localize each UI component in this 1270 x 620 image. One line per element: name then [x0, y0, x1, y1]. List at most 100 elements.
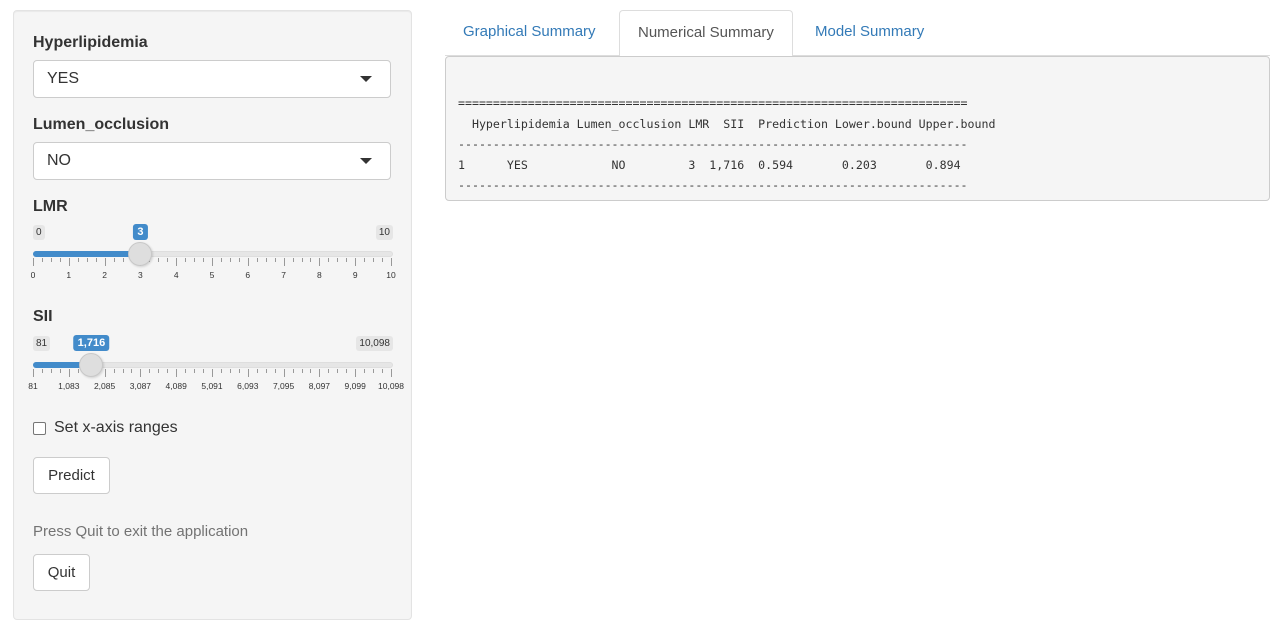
slider-tick: [355, 369, 357, 377]
slider-tick: [319, 369, 321, 377]
slider-minor-tick: [41, 258, 43, 262]
slider-tick: [391, 369, 392, 377]
slider-minor-tick: [203, 369, 205, 373]
slider-minor-tick: [41, 369, 43, 373]
slider-minor-tick: [185, 258, 187, 262]
sidebar-panel: Hyperlipidemia YES Lumen_occlusion NO LM…: [13, 10, 412, 620]
slider-minor-tick: [310, 369, 312, 373]
slider-minor-tick: [167, 258, 169, 262]
caret-down-icon: [360, 76, 372, 82]
slider-tick: [355, 258, 357, 266]
quit-button[interactable]: Quit: [33, 554, 90, 591]
slider-tick-label: 2: [102, 270, 107, 280]
slider-minor-tick: [346, 258, 348, 262]
slider-minor-tick: [364, 258, 366, 262]
slider-minor-tick: [229, 369, 231, 373]
slider-max-label: 10: [375, 225, 393, 240]
slider-minor-tick: [229, 258, 231, 262]
slider-minor-tick: [95, 258, 97, 262]
sii-slider[interactable]: 81 10,098 1,716 81 1,083 2,085 3,087 4,089 5,091…: [28, 335, 404, 406]
slider-tick-label: 81: [28, 381, 38, 391]
slider-tick: [33, 369, 34, 377]
hyperlipidemia-label: Hyperlipidemia: [33, 34, 148, 51]
slider-minor-tick: [194, 369, 196, 373]
slider-tick: [176, 369, 178, 377]
slider-minor-tick: [346, 369, 348, 373]
slider-tick-label: 2,085: [93, 381, 116, 391]
slider-tick-label: 9,099: [344, 381, 366, 391]
slider-min-label: 81: [33, 336, 51, 351]
slider-tick-label: 4,089: [165, 381, 187, 391]
help-text: Press Quit to exit the application: [33, 523, 249, 540]
slider-tick: [283, 369, 285, 377]
predict-button[interactable]: Predict: [33, 457, 110, 494]
tab-bar: Graphical Summary Numerical Summary Mode…: [445, 10, 1270, 57]
lumen-occlusion-label: Lumen_occlusion: [33, 116, 170, 133]
slider-minor-tick: [113, 369, 115, 373]
slider-minor-tick: [122, 258, 124, 262]
slider-minor-tick: [274, 369, 276, 373]
slider-minor-tick: [274, 258, 276, 262]
slider-tick: [140, 369, 142, 377]
slider-minor-tick: [328, 258, 330, 262]
slider-minor-tick: [373, 369, 375, 373]
slider-tick: [104, 258, 106, 266]
slider-tick: [176, 258, 178, 266]
slider-minor-tick: [337, 369, 339, 373]
table-rule-mid: ----------------------------------------…: [458, 137, 968, 151]
lmr-label: LMR: [33, 198, 68, 215]
slider-minor-tick: [185, 369, 187, 373]
slider-minor-tick: [337, 258, 339, 262]
slider-minor-tick: [77, 258, 79, 262]
slider-tick: [33, 258, 34, 266]
slider-minor-tick: [59, 369, 61, 373]
lumen-occlusion-select[interactable]: NO: [33, 142, 391, 180]
slider-tick-label: 8: [317, 270, 322, 280]
slider-tick: [212, 258, 213, 266]
slider-minor-tick: [194, 258, 196, 262]
hyperlipidemia-value: YES: [47, 70, 80, 87]
slider-tick: [391, 258, 392, 266]
slider-tick: [212, 369, 213, 377]
table-rule-top: ========================================…: [458, 96, 968, 110]
tab-numerical-summary[interactable]: Numerical Summary: [619, 10, 793, 57]
slider-tick-label: 1: [66, 270, 72, 280]
slider-tick-label: 4: [173, 270, 179, 280]
lmr-slider[interactable]: 0 10 3 0 1 2 3 4 5 6 7 8 9 10: [30, 224, 396, 295]
slider-tick-label: 9: [352, 270, 358, 280]
hyperlipidemia-select[interactable]: YES: [33, 60, 391, 98]
slider-tick-label: 6: [245, 270, 251, 280]
slider-minor-tick: [50, 258, 52, 262]
slider-minor-tick: [203, 258, 205, 262]
lumen-occlusion-value: NO: [47, 152, 71, 169]
slider-minor-tick: [59, 258, 61, 262]
summary-table: ========================================…: [458, 93, 995, 196]
numerical-summary-output: ========================================…: [445, 56, 1270, 201]
slider-current-value: 1,716: [73, 335, 110, 351]
checkbox-label: Set x-axis ranges: [54, 419, 178, 436]
slider-minor-tick: [50, 369, 52, 373]
checkbox[interactable]: [33, 421, 46, 435]
slider-minor-tick: [382, 369, 384, 373]
slider-minor-tick: [131, 369, 133, 373]
slider-minor-tick: [238, 258, 240, 262]
slider-handle[interactable]: [79, 353, 104, 377]
slider-minor-tick: [292, 369, 294, 373]
slider-minor-tick: [220, 369, 222, 373]
slider-minor-tick: [113, 258, 115, 262]
x-axis-range-toggle[interactable]: Set x-axis ranges: [33, 419, 178, 437]
slider-tick: [319, 258, 321, 266]
tab-model-summary[interactable]: Model Summary: [797, 10, 942, 56]
slider-minor-tick: [149, 369, 151, 373]
slider-minor-tick: [238, 369, 240, 373]
slider-tick: [68, 258, 70, 266]
slider-max-label: 10,098: [356, 336, 393, 351]
slider-minor-tick: [86, 258, 88, 262]
table-row: 1 YES NO 3 1,716 0.594 0.203 0.894: [458, 157, 961, 172]
slider-minor-tick: [158, 369, 160, 373]
sii-label: SII: [33, 308, 53, 325]
tab-graphical-summary[interactable]: Graphical Summary: [445, 10, 614, 56]
slider-tick-label: 0: [30, 270, 36, 280]
slider-handle[interactable]: [128, 242, 153, 266]
slider-tick-label: 7: [281, 270, 286, 280]
